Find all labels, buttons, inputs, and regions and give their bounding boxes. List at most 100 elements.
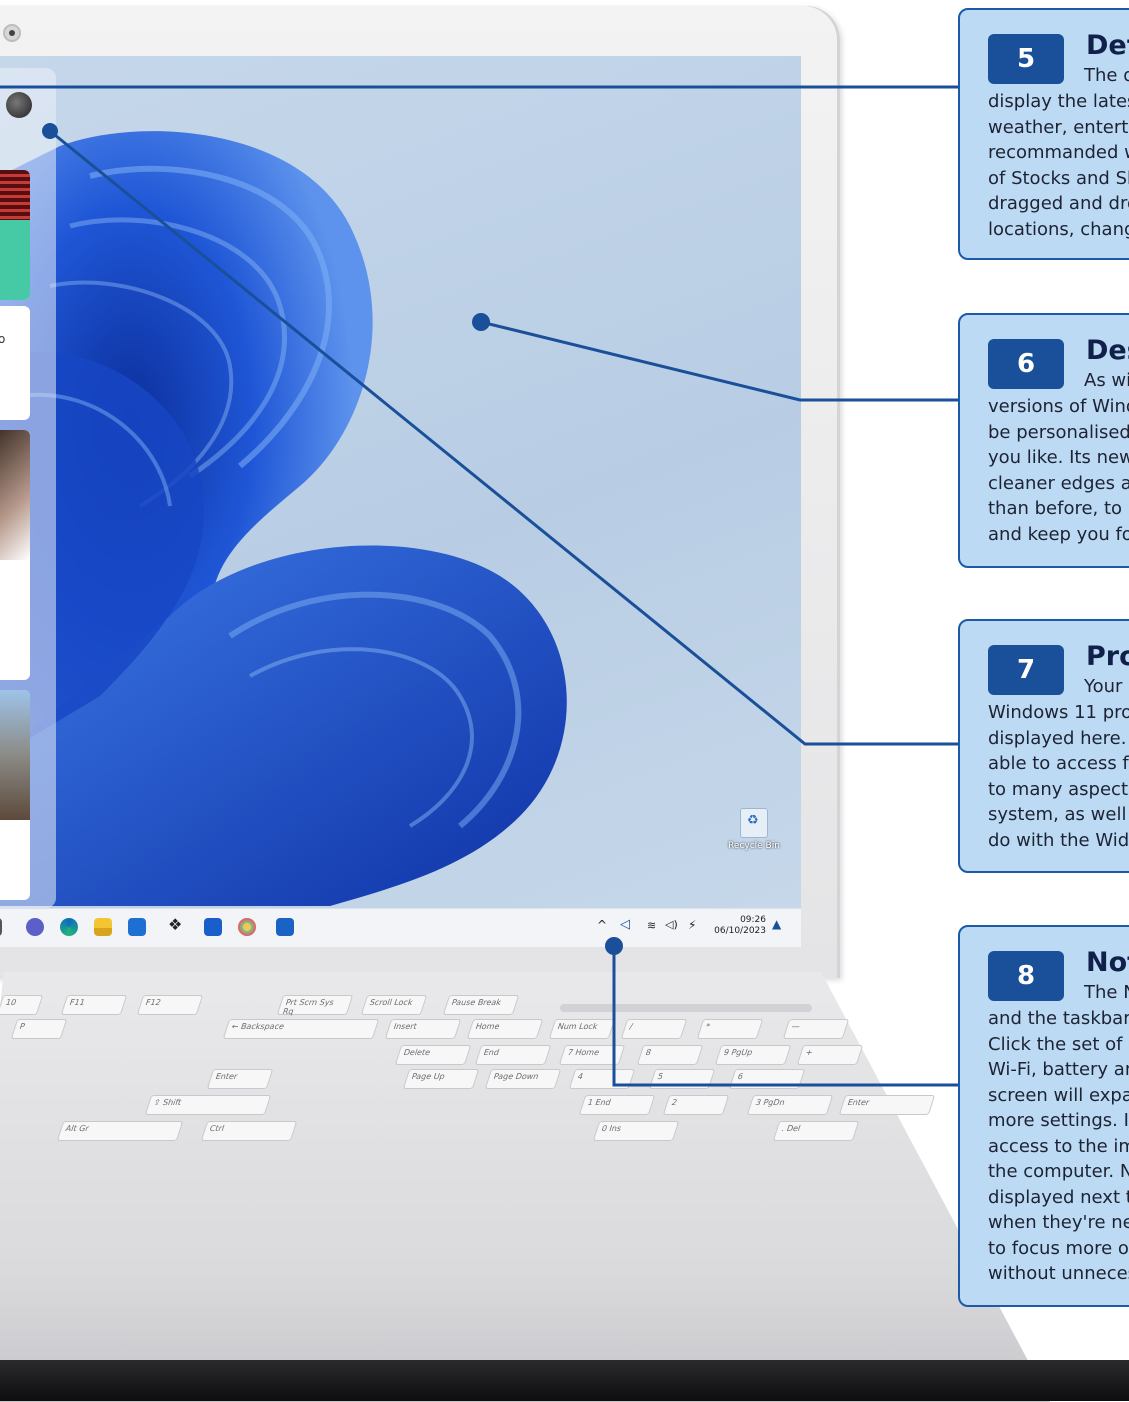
callout-first-line: Your (1084, 676, 1123, 697)
edge-icon[interactable] (60, 918, 78, 936)
keyboard-key[interactable]: + (796, 1045, 864, 1065)
clock[interactable]: 09:26 06/10/2023 (708, 915, 766, 937)
callout-number: 8 (988, 951, 1064, 1001)
task-view-icon[interactable] (0, 918, 2, 936)
keyboard-key[interactable]: Alt Gr (56, 1121, 184, 1141)
keyboard-key[interactable]: 0 Ins (592, 1121, 680, 1141)
keyboard-key[interactable]: / (620, 1019, 688, 1039)
file-explorer-icon[interactable] (94, 918, 112, 936)
callout-body-line: displayed here. I (988, 727, 1129, 749)
keyboard-key[interactable]: 6 (728, 1069, 806, 1089)
callout-body-line: and the taskbar (988, 1008, 1129, 1029)
keyboard-key[interactable]: Pause Break (442, 995, 520, 1015)
keyboard-key[interactable]: Num Lock (548, 1019, 616, 1039)
callout-body-line: of Stocks and Sh (988, 167, 1129, 189)
callout-first-line: The N (1084, 982, 1129, 1003)
widgets-panel[interactable]: o (0, 68, 56, 908)
callout-body-line: Click the set of ic (988, 1033, 1129, 1055)
callout-body-line: display the lates (988, 91, 1129, 112)
recycle-bin-icon: ♻ (740, 808, 768, 838)
keyboard-key[interactable]: ← Backspace (222, 1019, 380, 1039)
callout-body-line: weather, enterta (988, 116, 1129, 138)
callout-body-line: than before, to h (988, 498, 1129, 519)
keyboard-key[interactable]: F11 (60, 995, 128, 1015)
keyboard-key[interactable]: ⇧ Shift (144, 1095, 272, 1115)
callout-body-line: cleaner edges ar (988, 472, 1129, 494)
callout-body-line: to focus more or (988, 1237, 1129, 1259)
keyboard-key[interactable]: 5 (648, 1069, 716, 1089)
callout-body-line: Wi-Fi, battery an (988, 1059, 1129, 1080)
callout-body: Windows 11 prof displayed here. I able to … (988, 700, 1129, 853)
keyboard-key[interactable]: * (696, 1019, 764, 1039)
keyboard-key[interactable]: 8 (636, 1045, 704, 1065)
keyboard-key[interactable]: Enter (206, 1069, 274, 1089)
app-icon[interactable] (204, 918, 222, 936)
callout-body-line: access to the im (988, 1135, 1129, 1157)
callout-7: 7 Pro Your Windows 11 prof displayed here. I… (958, 619, 1129, 873)
keyboard-key[interactable]: Delete (394, 1045, 472, 1065)
widget-card-city[interactable] (0, 690, 30, 900)
notification-bell-icon[interactable]: ▲ (772, 917, 781, 931)
recycle-bin-shortcut[interactable]: ♻ Recycle Bin (722, 808, 786, 864)
keyboard-key[interactable]: . Del (772, 1121, 860, 1141)
keyboard-key[interactable]: Page Down (484, 1069, 562, 1089)
webcam-icon (3, 24, 21, 42)
callout-body-line: the computer. N (988, 1161, 1129, 1182)
volume-icon[interactable]: ◁) (665, 918, 678, 931)
keyboard: 10 F11 F12 Prt Scrn Sys Rq Scroll Lock Pause … (0, 995, 960, 1175)
keyboard-key[interactable]: Home (466, 1019, 544, 1039)
callout-title: Def (1086, 30, 1129, 61)
location-icon[interactable]: ◁ (620, 917, 630, 932)
keyboard-key[interactable]: End (474, 1045, 552, 1065)
clock-date: 06/10/2023 (714, 926, 766, 936)
callout-body-line: to many aspects (988, 778, 1129, 800)
callout-body-line: and keep you fo (988, 523, 1129, 545)
keyboard-key[interactable]: Page Up (402, 1069, 480, 1089)
widget-card-text[interactable]: o (0, 306, 30, 420)
taskbar (0, 908, 801, 947)
profile-avatar[interactable] (6, 92, 32, 118)
keyboard-key[interactable]: Scroll Lock (360, 995, 428, 1015)
keyboard-key[interactable]: F12 (136, 995, 204, 1015)
keyboard-key[interactable]: 7 Home (558, 1045, 626, 1065)
callout-body-line: versions of Wind (988, 396, 1129, 417)
callout-body: versions of Wind be personalised you like.… (988, 394, 1129, 547)
callout-5: 5 Def The d display the lates weather, enter… (958, 8, 1129, 260)
wifi-icon[interactable]: ≋ (647, 919, 656, 932)
keyboard-key[interactable]: Insert (384, 1019, 462, 1039)
store-icon[interactable] (276, 918, 294, 936)
widget-card-photo[interactable] (0, 430, 30, 680)
keyboard-key[interactable]: 1 End (578, 1095, 656, 1115)
chat-icon[interactable] (26, 918, 44, 936)
callout-body: and the taskbar Click the set of ic Wi-Fi,… (988, 1006, 1129, 1287)
battery-icon[interactable]: ⚡ (688, 918, 696, 932)
keyboard-key[interactable]: — (782, 1019, 850, 1039)
laptop-front-edge (0, 1360, 1129, 1401)
keyboard-key[interactable]: 3 PgDn (746, 1095, 834, 1115)
keyboard-key[interactable]: 9 PgUp (714, 1045, 792, 1065)
callout-body-line: more settings. In (988, 1110, 1129, 1131)
callout-body-line: do with the Widg (988, 829, 1129, 851)
widget-card-news[interactable] (0, 170, 30, 300)
paint-icon[interactable] (238, 918, 256, 936)
tray-chevron-icon[interactable]: ^ (597, 918, 607, 932)
wallpaper-bloom (0, 131, 567, 906)
callout-number: 7 (988, 645, 1064, 695)
desktop-screen[interactable]: ♻ Recycle Bin (0, 56, 801, 946)
keyboard-key[interactable]: 4 (568, 1069, 636, 1089)
keyboard-key[interactable]: 2 (662, 1095, 730, 1115)
recycle-bin-label: Recycle Bin (728, 841, 780, 851)
dropbox-icon[interactable]: ❖ (168, 915, 182, 934)
keyboard-key[interactable]: P (10, 1019, 68, 1039)
keyboard-key[interactable]: Prt Scrn Sys Rq (276, 995, 354, 1016)
mail-icon[interactable] (128, 918, 146, 936)
callout-body-line: when they're ne (988, 1212, 1129, 1233)
keyboard-key[interactable]: Enter (838, 1095, 936, 1115)
keyboard-key[interactable]: 10 (0, 995, 44, 1015)
keyboard-key[interactable]: Ctrl (200, 1121, 298, 1141)
widget-partial-text: o (0, 332, 6, 346)
callout-body-line: system, as well a (988, 804, 1129, 825)
callout-body-line: dragged and dro (988, 193, 1129, 214)
callout-body-line: able to access fu (988, 753, 1129, 774)
callout-first-line: The d (1084, 65, 1129, 86)
